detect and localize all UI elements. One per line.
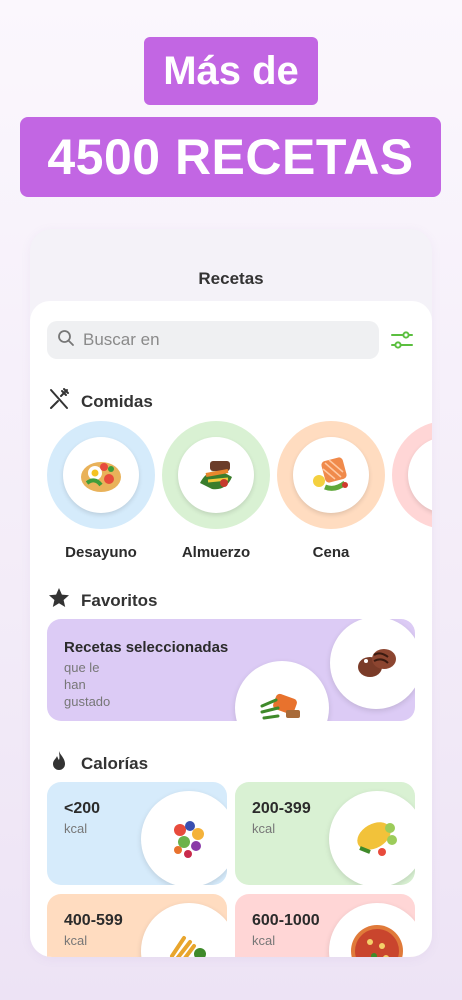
appetizer-plate-icon	[408, 437, 432, 513]
search-bar[interactable]	[47, 321, 379, 359]
section-favorites-label: Favoritos	[81, 590, 158, 610]
calorie-card-unit: kcal	[64, 821, 88, 836]
calorie-card-unit: kcal	[252, 933, 276, 948]
calorie-card-range: 600-1000	[252, 912, 320, 929]
calorie-card-range: 200-399	[252, 800, 311, 817]
meal-appetizer-label: Ape	[392, 544, 433, 561]
calorie-card-under-200[interactable]: <200 kcal	[47, 782, 227, 885]
breakfast-plate-icon	[63, 437, 139, 513]
section-meals-header: Comidas	[47, 387, 153, 416]
meal-appetizer[interactable]: Ape	[392, 421, 432, 561]
calorie-card-range: 400-599	[64, 912, 123, 929]
section-meals-label: Comidas	[81, 391, 153, 411]
fork-knife-icon	[47, 387, 71, 416]
meal-lunch-circle	[162, 421, 270, 529]
salmon-plate-icon	[235, 661, 329, 721]
calorie-card-200-399[interactable]: 200-399 kcal	[235, 782, 415, 885]
calorie-card-600-1000[interactable]: 600-1000 kcal	[235, 894, 415, 957]
meal-breakfast-circle	[47, 421, 155, 529]
phone-screen: Recetas Comidas	[30, 229, 432, 957]
section-favorites-header: Favoritos	[47, 586, 158, 615]
meal-appetizer-circle	[392, 421, 432, 529]
meal-dinner-label: Cena	[312, 544, 350, 561]
omelette-plate-icon	[329, 791, 415, 885]
lunch-plate-icon	[178, 437, 254, 513]
fries-plate-icon	[141, 903, 227, 957]
calorie-card-unit: kcal	[64, 933, 88, 948]
meal-dinner-circle	[277, 421, 385, 529]
fruit-plate-icon	[141, 791, 227, 885]
meal-lunch-label: Almuerzo	[181, 544, 251, 561]
meal-breakfast[interactable]: Desayuno	[47, 421, 155, 561]
screen-title: Recetas	[198, 269, 264, 288]
meal-lunch[interactable]: Almuerzo	[162, 421, 270, 561]
pizza-plate-icon	[329, 903, 415, 957]
recipes-sheet: Comidas Desayuno Almuerzo	[30, 301, 432, 957]
favorites-card[interactable]: Recetas seleccionadas que le han gustado	[47, 619, 415, 721]
dinner-plate-icon	[293, 437, 369, 513]
flame-icon	[47, 749, 71, 778]
search-icon	[57, 329, 75, 352]
meal-breakfast-label: Desayuno	[65, 544, 137, 561]
steak-plate-icon	[330, 619, 415, 709]
calorie-card-400-599[interactable]: 400-599 kcal	[47, 894, 227, 957]
filter-icon[interactable]	[390, 328, 414, 352]
hero-heading-line1: Más de	[144, 37, 318, 105]
hero-heading-line2: 4500 RECETAS	[20, 117, 441, 197]
search-input[interactable]	[83, 330, 353, 350]
calorie-card-range: <200	[64, 800, 101, 817]
calorie-card-unit: kcal	[252, 821, 276, 836]
star-icon	[47, 586, 71, 615]
section-calories-label: Calorías	[81, 753, 149, 773]
section-calories-header: Calorías	[47, 749, 148, 778]
favorites-card-subtitle: que le han gustado	[64, 660, 111, 709]
meal-dinner[interactable]: Cena	[277, 421, 385, 561]
favorites-card-title: Recetas seleccionadas	[64, 639, 229, 656]
